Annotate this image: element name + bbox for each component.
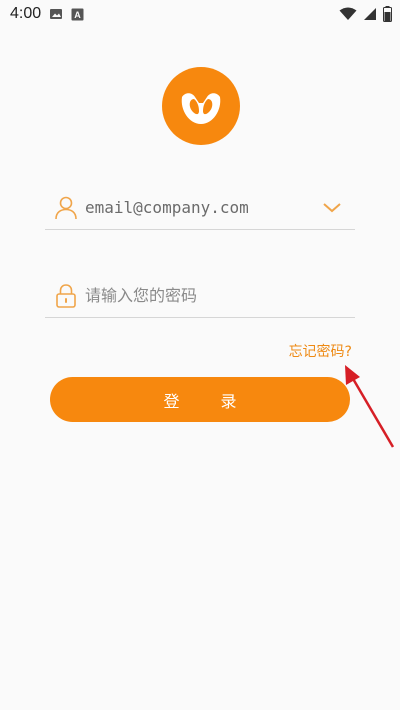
email-input[interactable]	[85, 198, 321, 217]
wifi-icon	[339, 7, 357, 20]
status-bar: 4:00 A	[0, 0, 400, 28]
chevron-down-icon[interactable]	[321, 197, 343, 219]
cellular-signal-icon	[364, 8, 376, 20]
battery-icon	[383, 6, 392, 22]
a-notification-icon: A	[71, 8, 84, 20]
app-logo	[162, 67, 240, 145]
lock-icon	[56, 283, 76, 308]
image-icon	[50, 9, 63, 19]
login-button[interactable]: 登 录	[50, 377, 350, 422]
clock: 4:00	[10, 5, 42, 22]
user-icon	[55, 196, 77, 219]
password-input[interactable]	[85, 286, 355, 305]
svg-text:A: A	[74, 10, 81, 20]
forgot-password-link[interactable]: 忘记密码?	[289, 341, 352, 361]
status-right	[339, 6, 392, 22]
account-field	[45, 186, 355, 230]
password-field	[45, 274, 355, 318]
status-left: 4:00 A	[10, 5, 84, 23]
smiley-face-icon	[181, 93, 221, 124]
